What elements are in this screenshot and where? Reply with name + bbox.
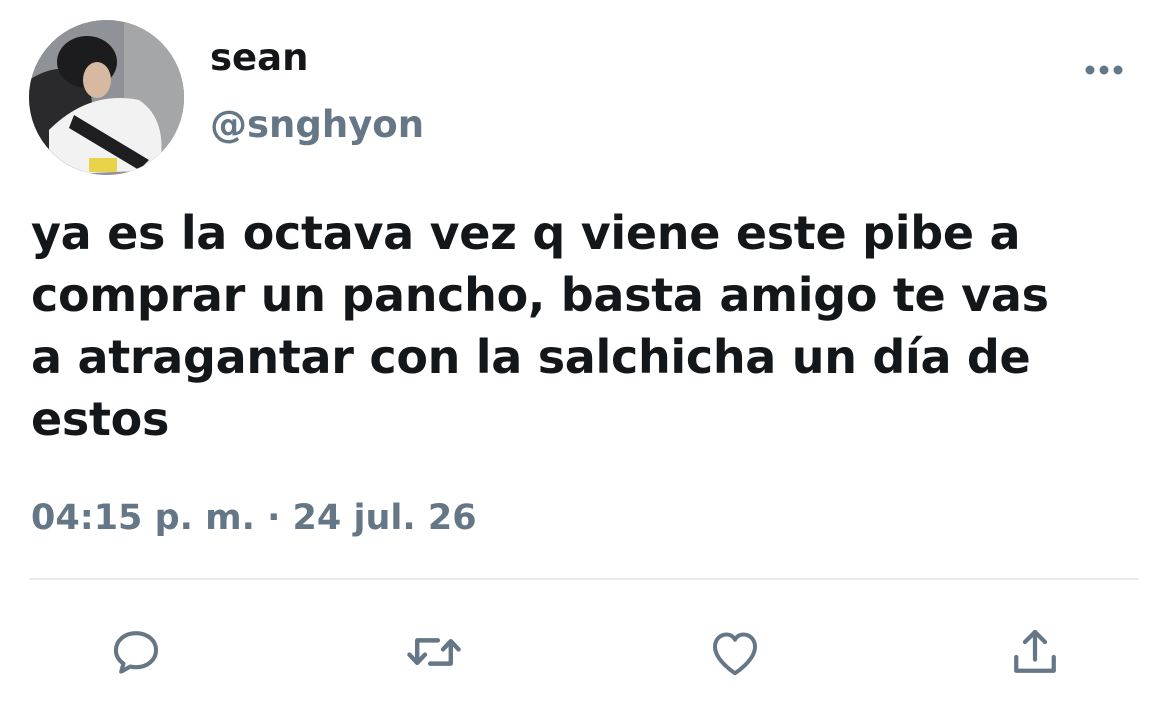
display-name[interactable]: sean — [210, 36, 308, 80]
heart-icon — [713, 632, 757, 676]
more-options-button[interactable] — [1078, 52, 1130, 88]
tweet-text: ya es la octava vez q viene este pibe a … — [31, 202, 1151, 450]
share-button[interactable] — [1003, 620, 1067, 684]
retweet-button[interactable] — [402, 620, 466, 684]
share-icon — [1014, 629, 1056, 673]
more-horizontal-icon — [1085, 65, 1123, 75]
reply-button[interactable] — [104, 620, 168, 684]
tweet-text-line: ya es la octava vez q viene este pibe a — [31, 206, 1021, 260]
reply-icon — [113, 631, 159, 674]
avatar-photo — [29, 20, 184, 175]
tweet-text-line: comprar un pancho, basta amigo te vas — [31, 268, 1049, 322]
avatar[interactable] — [29, 20, 184, 175]
tweet-text-line: estos — [31, 392, 170, 446]
user-handle[interactable]: @snghyon — [210, 102, 424, 148]
like-button[interactable] — [703, 620, 767, 684]
tweet-text-line: a atragantar con la salchicha un día de — [31, 330, 1031, 384]
retweet-icon — [407, 638, 461, 666]
divider — [29, 578, 1139, 580]
tweet-timestamp[interactable]: 04:15 p. m. · 24 jul. 26 — [31, 494, 477, 542]
